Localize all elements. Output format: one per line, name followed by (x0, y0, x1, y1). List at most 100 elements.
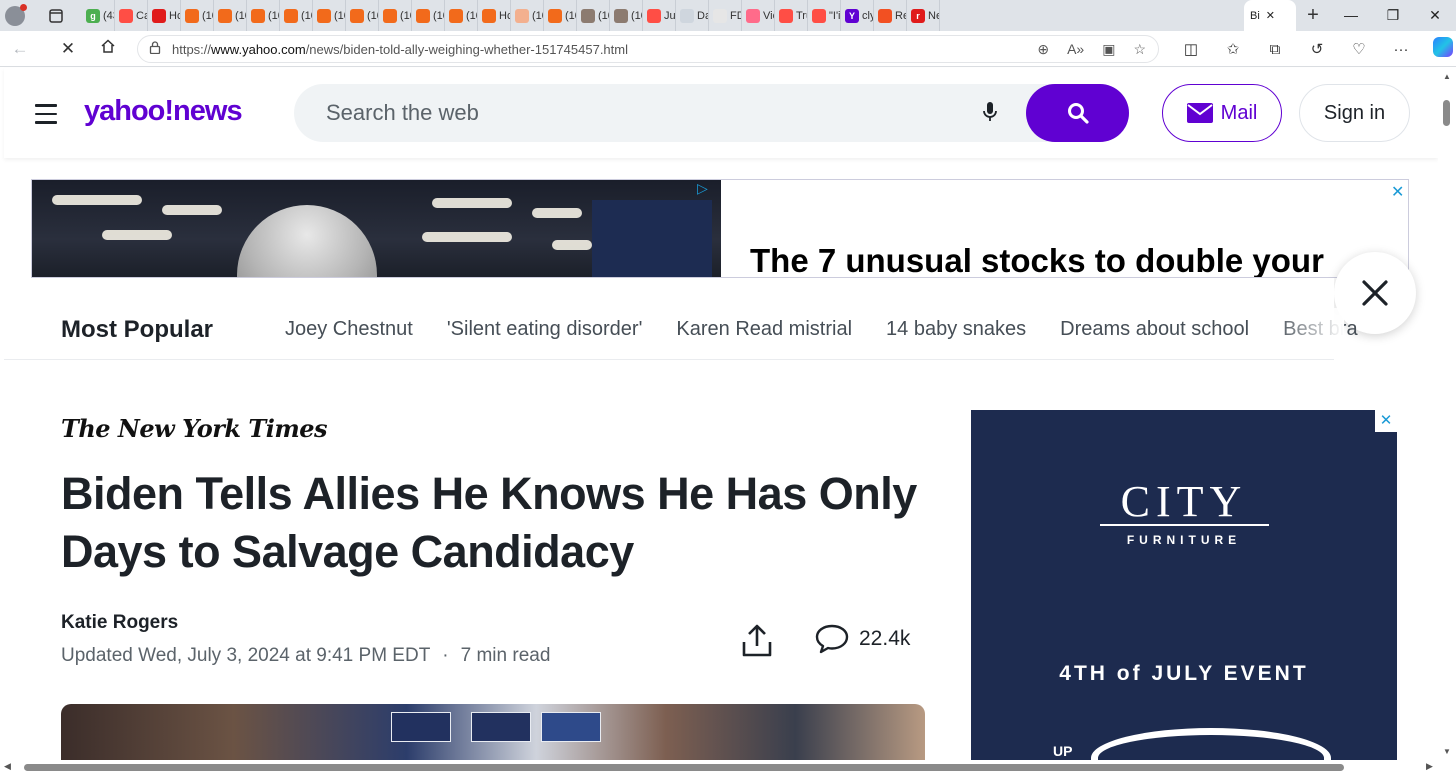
top-ad-banner[interactable]: ▷ The 7 unusual stocks to double your ✕ (31, 179, 1409, 278)
more-menu-icon[interactable]: ··· (1380, 41, 1422, 58)
vertical-scrollbar[interactable]: ▲ ▼ (1438, 68, 1456, 760)
history-icon[interactable]: ↺ (1296, 40, 1338, 58)
mail-button[interactable]: Mail (1162, 84, 1282, 142)
browser-essentials-icon[interactable]: ♡ (1338, 40, 1380, 58)
hamburger-menu-icon[interactable] (35, 104, 57, 130)
active-tab[interactable]: Bi ✕ (1244, 0, 1296, 31)
browser-tab[interactable]: (10 (511, 0, 544, 31)
source-logo[interactable]: The New York Times (61, 414, 328, 443)
most-popular-list: Joey Chestnut 'Silent eating disorder' Kar… (285, 318, 1358, 341)
comment-count: 22.4k (859, 627, 911, 650)
minimize-button[interactable]: — (1330, 7, 1372, 24)
browser-tab[interactable]: (10 (181, 0, 214, 31)
yahoo-news-logo[interactable]: yahoo!news (84, 95, 243, 128)
author-name[interactable]: Katie Rogers (61, 612, 178, 634)
url-text[interactable]: https://www.yahoo.com/news/biden-told-al… (172, 42, 1037, 57)
browser-tab[interactable]: (10 (379, 0, 412, 31)
article-hero-image[interactable] (61, 704, 925, 760)
tab-title: (10 (466, 9, 477, 22)
browser-tab[interactable]: (10 (247, 0, 280, 31)
stop-loading-button[interactable]: ✕ (48, 39, 88, 59)
tab-favicon-icon (812, 8, 826, 23)
comments-button[interactable]: 22.4k (815, 624, 910, 654)
search-button[interactable] (1026, 84, 1129, 142)
browser-tab[interactable]: (10 (412, 0, 445, 31)
restore-button[interactable]: ❐ (1372, 7, 1414, 24)
profile-button[interactable] (0, 0, 30, 31)
browser-tab[interactable]: (10 (214, 0, 247, 31)
reader-view-icon[interactable]: ▣ (1102, 41, 1115, 58)
browser-tab[interactable]: (10 (610, 0, 643, 31)
browser-tab[interactable]: Hc (148, 0, 181, 31)
lock-icon[interactable] (138, 41, 172, 57)
tab-title: cly (862, 9, 873, 22)
browser-tab[interactable]: g(43 (82, 0, 115, 31)
share-button[interactable] (738, 622, 776, 660)
browser-tab[interactable]: "I'i (808, 0, 841, 31)
browser-tab[interactable]: rNe (907, 0, 940, 31)
ad-headline[interactable]: The 7 unusual stocks to double your (750, 242, 1324, 277)
browser-tab[interactable]: FD (709, 0, 742, 31)
mail-icon (1186, 103, 1213, 123)
browser-tab[interactable]: (10 (313, 0, 346, 31)
vertical-scroll-thumb[interactable] (1443, 100, 1450, 126)
read-aloud-icon[interactable]: A» (1067, 41, 1084, 58)
horizontal-scroll-thumb[interactable] (24, 764, 1344, 771)
browser-tab[interactable]: Hc (478, 0, 511, 31)
browser-tab[interactable]: (10 (544, 0, 577, 31)
scroll-right-icon[interactable]: ▶ (1426, 761, 1433, 772)
favorites-icon[interactable]: ✩ (1212, 40, 1254, 58)
browser-tab[interactable]: (10 (577, 0, 610, 31)
browser-tab[interactable]: (10 (280, 0, 313, 31)
tab-favicon-icon (647, 8, 661, 23)
trending-link[interactable]: 14 baby snakes (886, 318, 1026, 341)
toolbar-right-icons: ◫ ✩ ⧉ ↺ ♡ ··· (1170, 31, 1456, 67)
browser-tab[interactable]: (10 (445, 0, 478, 31)
tab-title: (10 (598, 9, 609, 22)
split-screen-icon[interactable]: ◫ (1170, 40, 1212, 58)
address-bar[interactable]: https://www.yahoo.com/news/biden-told-al… (137, 35, 1159, 63)
browser-tab[interactable]: Jul (643, 0, 676, 31)
home-button[interactable] (88, 38, 128, 59)
search-input[interactable] (326, 98, 946, 128)
tab-favicon-icon (383, 8, 397, 23)
side-ad[interactable]: ✕ CITY FURNITURE 4TH of JULY EVENT UP (971, 410, 1397, 760)
favorite-star-icon[interactable]: ☆ (1133, 41, 1146, 58)
adchoices-icon[interactable]: ▷ (697, 180, 708, 197)
browser-tab[interactable]: Re (874, 0, 907, 31)
browser-tab[interactable]: Da (676, 0, 709, 31)
tab-favicon-icon: g (86, 8, 100, 23)
trending-link[interactable]: Joey Chestnut (285, 318, 413, 341)
trending-link[interactable]: Karen Read mistrial (676, 318, 852, 341)
trending-link[interactable]: 'Silent eating disorder' (447, 318, 643, 341)
close-tab-icon[interactable]: ✕ (1266, 9, 1275, 22)
meta-separator: · (442, 645, 449, 666)
tab-title: (10 (367, 9, 378, 22)
tab-favicon-icon (416, 8, 430, 23)
sign-in-button[interactable]: Sign in (1299, 84, 1410, 142)
close-window-button[interactable]: ✕ (1414, 7, 1456, 24)
close-side-ad-icon[interactable]: ✕ (1375, 410, 1397, 432)
scroll-up-icon[interactable]: ▲ (1443, 72, 1451, 81)
scroll-down-icon[interactable]: ▼ (1443, 747, 1451, 756)
horizontal-scrollbar[interactable]: ◀ ▶ (0, 760, 1456, 774)
close-ad-icon[interactable]: ✕ (1391, 182, 1404, 202)
trending-link[interactable]: Dreams about school (1060, 318, 1249, 341)
scroll-left-icon[interactable]: ◀ (4, 761, 11, 772)
microphone-icon[interactable] (982, 101, 998, 129)
tab-favicon-icon (614, 8, 628, 23)
browser-tab[interactable]: Vic (742, 0, 775, 31)
new-tab-button[interactable]: + (1296, 4, 1330, 27)
url-path: /news/biden-told-ally-weighing-whether-1… (305, 41, 628, 57)
tab-title: (10 (433, 9, 444, 22)
ad-event-text: 4TH of JULY EVENT (1059, 662, 1309, 685)
browser-tab[interactable]: (10 (346, 0, 379, 31)
browser-tab[interactable]: Tru (775, 0, 808, 31)
back-button[interactable]: ← (0, 39, 40, 59)
zoom-icon[interactable]: ⊕ (1037, 41, 1049, 58)
tab-actions-button[interactable] (30, 0, 82, 31)
browser-tab[interactable]: Ca (115, 0, 148, 31)
copilot-button[interactable] (1422, 37, 1456, 61)
browser-tab[interactable]: Ycly (841, 0, 874, 31)
collections-icon[interactable]: ⧉ (1254, 41, 1296, 58)
